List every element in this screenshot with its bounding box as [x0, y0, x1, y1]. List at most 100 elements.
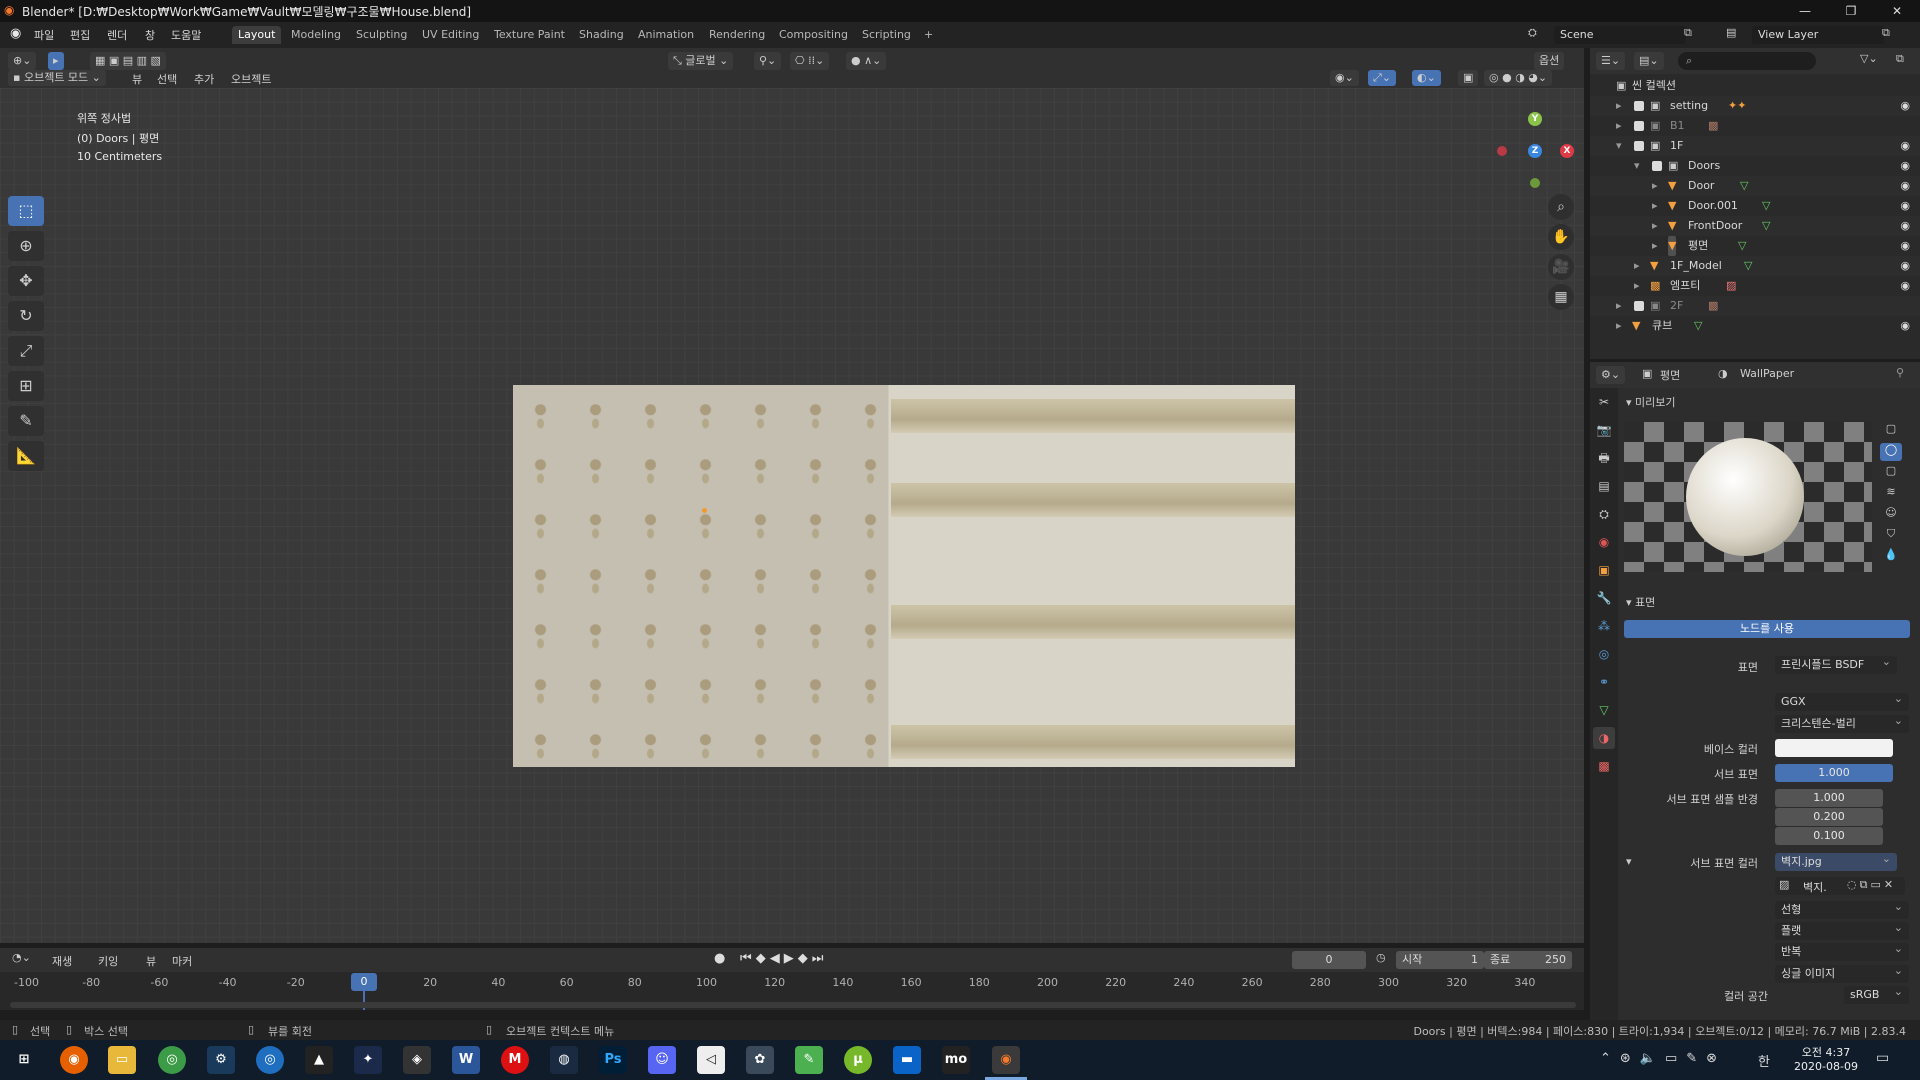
display-mode-icon[interactable]: ▤⌄ [1634, 52, 1664, 70]
blender-menu-icon[interactable]: ◉ [10, 26, 21, 41]
tab-animation[interactable]: Animation [632, 26, 700, 44]
outliner-row[interactable]: ▸ ▼ Door ▽ ◉ [1590, 176, 1920, 196]
wallpaper-plane[interactable] [513, 385, 1295, 767]
outliner-row[interactable]: ▸ ▼ 1F_Model ▽ ◉ [1590, 256, 1920, 276]
menu-timeline-view[interactable]: 뷰 [146, 953, 156, 969]
notification-icon[interactable]: ▭ [1876, 1050, 1889, 1066]
source-dropdown[interactable]: 싱글 이미지 [1775, 962, 1909, 983]
pin-icon[interactable]: ⚲ [1896, 366, 1904, 379]
properties-editor-icon[interactable]: ⚙⌄ [1596, 366, 1626, 384]
subsurface-method-dropdown[interactable]: 크리스텐슨-벌리 [1775, 712, 1909, 733]
menu-help[interactable]: 도움말 [171, 27, 201, 43]
tab-layout[interactable]: Layout [232, 26, 282, 44]
sphere-preview-icon[interactable]: ◯ [1880, 443, 1902, 461]
ortho-grid-icon[interactable]: ▦ [1548, 284, 1574, 310]
playhead[interactable]: 0 [351, 973, 377, 991]
scene-collection-row[interactable]: ▣ 씬 컬렉션 [1590, 76, 1920, 96]
clock-icon[interactable]: ◷ [1376, 951, 1386, 964]
tab-rendering[interactable]: Rendering [703, 26, 771, 44]
outliner-row[interactable]: ▸ ▣ setting ✦✦ ◉ [1590, 96, 1920, 116]
zoom-icon[interactable]: ⌕ [1548, 194, 1574, 220]
view-layer-tab-icon[interactable]: ▤ [1593, 475, 1615, 497]
object-mode-dropdown[interactable]: ▪ 오브젝트 모드 ⌄ [8, 70, 106, 86]
expand-icon[interactable]: ▸ [1616, 296, 1622, 316]
menu-add[interactable]: 추가 [194, 71, 214, 87]
measure-tool-icon[interactable]: 📐 [8, 441, 44, 471]
expand-icon[interactable]: ▸ [1652, 216, 1658, 236]
timeline-scrollbar[interactable] [10, 1002, 1576, 1008]
menu-keying[interactable]: 키잉 [98, 953, 118, 969]
cube-preview-icon[interactable]: ▢ [1880, 464, 1902, 482]
eye-icon[interactable]: ◉ [1900, 176, 1910, 196]
surface-shader-field[interactable]: 프린시플드 BSDF [1775, 653, 1897, 674]
tool-tab-icon[interactable]: ✂ [1593, 391, 1615, 413]
move-tool-icon[interactable]: ✥ [8, 266, 44, 296]
distribution-dropdown[interactable]: GGX [1775, 690, 1909, 711]
radius-z-field[interactable]: 0.100 [1775, 827, 1883, 845]
output-tab-icon[interactable]: 🖶 [1593, 447, 1615, 469]
scale-tool-icon[interactable]: ⤢ [8, 336, 44, 366]
file-explorer-icon[interactable]: ▭ [108, 1046, 136, 1074]
outliner-row[interactable]: ▸ ▼ FrontDoor ▽ ◉ [1590, 216, 1920, 236]
menu-file[interactable]: 파일 [34, 27, 54, 43]
surface-panel-header[interactable]: ▾ 표면 [1626, 594, 1655, 610]
expand-icon[interactable]: ▸ [1634, 276, 1640, 296]
outliner-row[interactable]: ▾ ▣ Doors ◉ [1590, 156, 1920, 176]
texture-tab-icon[interactable]: ▩ [1593, 755, 1615, 777]
orientation-dropdown[interactable]: ⤡ 글로벌 ⌄ [668, 52, 734, 70]
clock[interactable]: 오전 4:37 2020-08-09 [1786, 1044, 1866, 1073]
tab-uv-editing[interactable]: UV Editing [416, 26, 485, 44]
select-tool-icon[interactable]: ⬚ [8, 196, 44, 226]
expand-icon[interactable]: ▸ [1616, 316, 1622, 336]
outliner-row[interactable]: ▸ ▼ 평면 ▽ ◉ [1590, 236, 1920, 256]
outliner-row[interactable]: ▸ ▣ B1 ▩ [1590, 116, 1920, 136]
timeline-editor-icon[interactable]: ◔⌄ [12, 951, 31, 964]
app-icon[interactable]: ✿ [746, 1046, 774, 1074]
hair-preview-icon[interactable]: ≋ [1880, 485, 1902, 503]
pivot-dropdown[interactable]: ⚲⌄ [754, 52, 782, 70]
annotate-tool-icon[interactable]: ✎ [8, 406, 44, 436]
expand-icon[interactable]: ▸ [1634, 256, 1640, 276]
menu-view[interactable]: 뷰 [132, 71, 142, 87]
expand-icon[interactable]: ▸ [1616, 116, 1622, 136]
gizmo-toggle[interactable]: ⤢⌄ [1368, 70, 1397, 86]
select-box-icon[interactable]: ▦ ▣ ▤ ▥ ▧ [90, 52, 166, 70]
subsurface-color-texture[interactable]: 벽지.jpg [1775, 850, 1897, 871]
pan-hand-icon[interactable]: ✋ [1548, 224, 1574, 250]
options-dropdown[interactable]: 옵션 [1534, 52, 1565, 70]
new-collection-icon[interactable]: ⧉ [1896, 52, 1904, 66]
uplay-icon[interactable]: ◎ [256, 1046, 284, 1074]
outliner-row[interactable]: ▸ ▣ 2F ▩ [1590, 296, 1920, 316]
notepad-icon[interactable]: ✎ [795, 1046, 823, 1074]
eye-icon[interactable]: ◉ [1900, 236, 1910, 256]
physics-tab-icon[interactable]: ◎ [1593, 643, 1615, 665]
checkbox[interactable] [1652, 161, 1662, 171]
blender-taskbar-icon[interactable]: ◉ [992, 1046, 1020, 1074]
close-button[interactable]: ✕ [1874, 0, 1920, 22]
eye-icon[interactable]: ◉ [1900, 316, 1910, 336]
outliner-row[interactable]: ▸ ▩ 엠프티 ▨ ◉ [1590, 276, 1920, 296]
tab-modeling[interactable]: Modeling [285, 26, 347, 44]
filter-icon[interactable]: ▽⌄ [1860, 52, 1878, 65]
windows-start-icon[interactable]: ⊞ [10, 1046, 38, 1074]
overlay-toggle[interactable]: ◐⌄ [1412, 70, 1441, 86]
discord-icon[interactable]: ☺ [648, 1046, 676, 1074]
menu-marker[interactable]: 마커 [172, 953, 192, 969]
expand-icon[interactable]: ▸ [1652, 236, 1658, 256]
playback-controls[interactable]: ⏮◆◀▶◆⏭ [740, 951, 827, 966]
material-tab-icon[interactable]: ◑ [1593, 727, 1615, 749]
new-view-layer-icon[interactable]: ⧉ [1882, 26, 1890, 40]
add-workspace-button[interactable]: + [918, 26, 939, 44]
start-frame-field[interactable]: 시작 1 [1396, 951, 1484, 969]
base-color-swatch[interactable] [1775, 739, 1893, 757]
outliner-search-input[interactable]: ⌕ [1678, 52, 1816, 70]
outliner-row[interactable]: ▸ ▼ Door.001 ▽ ◉ [1590, 196, 1920, 216]
cursor-tool-icon[interactable]: ⊕ [8, 231, 44, 261]
eye-icon[interactable]: ◉ [1900, 156, 1910, 176]
proportional-edit-toggle[interactable]: ● ∧⌄ [846, 52, 887, 70]
firefox-icon[interactable]: ◉ [60, 1046, 88, 1074]
word-icon[interactable]: W [452, 1046, 480, 1074]
timeline-area[interactable]: -100 -80 -60 -40 -20 0 20 40 60 80 100 120 140 160 180… [0, 972, 1584, 1010]
extension-dropdown[interactable]: 반복 [1775, 940, 1909, 961]
chrome-icon[interactable]: ◎ [158, 1046, 186, 1074]
